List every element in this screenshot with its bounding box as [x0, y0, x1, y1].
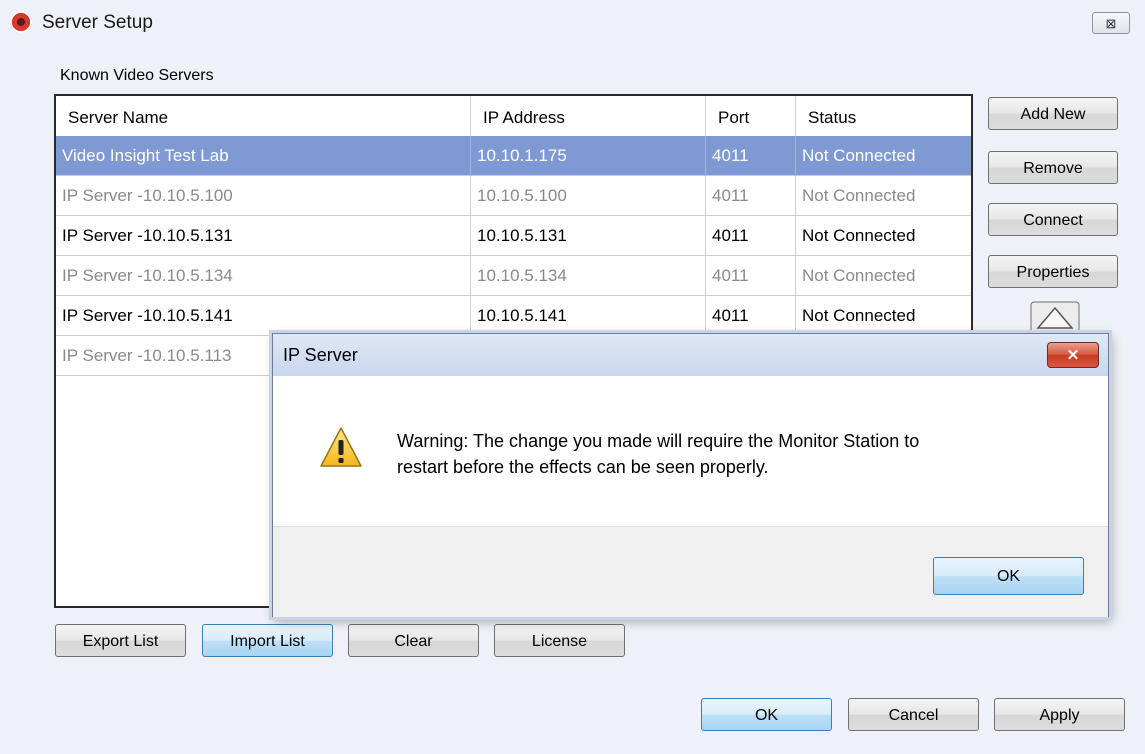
server-setup-window: Server Setup ⊠ Known Video Servers Serve… — [0, 0, 1145, 754]
cell-server-name: IP Server -10.10.5.131 — [56, 216, 471, 256]
cell-server-name: IP Server -10.10.5.134 — [56, 256, 471, 296]
arrow-up-icon[interactable] — [1030, 301, 1080, 333]
dialog-title: IP Server — [283, 345, 358, 365]
table-row[interactable]: Video Insight Test Lab 10.10.1.175 4011 … — [56, 136, 971, 176]
window-title: Server Setup — [42, 12, 153, 33]
properties-button[interactable]: Properties — [988, 255, 1118, 288]
dialog-body: Warning: The change you made will requir… — [273, 376, 1108, 526]
eye-icon — [10, 11, 32, 33]
known-servers-label: Known Video Servers — [60, 67, 214, 84]
dialog-ok-button[interactable]: OK — [933, 557, 1084, 595]
cell-status: Not Connected — [802, 306, 916, 325]
cell-ip-address: 10.10.5.100 — [471, 176, 706, 216]
list-header: Server Name IP Address Port Status — [56, 96, 971, 137]
cell-ip-address: 10.10.5.141 — [471, 296, 706, 336]
dialog-footer: OK — [273, 526, 1108, 617]
warning-message-line-2: restart before the effects can be seen p… — [397, 457, 769, 477]
dialog-close-button[interactable]: ✕ — [1047, 342, 1099, 368]
cell-ip-address: 10.10.5.131 — [471, 216, 706, 256]
export-list-button[interactable]: Export List — [55, 624, 186, 657]
ok-button[interactable]: OK — [701, 698, 832, 731]
cell-status: Not Connected — [802, 146, 916, 165]
cell-port: 4011 — [706, 256, 796, 296]
title-bar: Server Setup ⊠ — [0, 0, 1145, 50]
cell-server-name: IP Server -10.10.5.141 — [56, 296, 471, 336]
import-list-button[interactable]: Import List — [202, 624, 333, 657]
connect-button[interactable]: Connect — [988, 203, 1118, 236]
table-row[interactable]: IP Server -10.10.5.134 10.10.5.134 4011 … — [56, 256, 971, 296]
cell-port: 4011 — [706, 216, 796, 256]
warning-message-line-1: Warning: The change you made will requir… — [397, 431, 920, 451]
dialog-title-bar: IP Server ✕ — [273, 334, 1108, 377]
column-header-ip-address[interactable]: IP Address — [471, 96, 706, 136]
table-row[interactable]: IP Server -10.10.5.141 10.10.5.141 4011 … — [56, 296, 971, 336]
cell-server-name: IP Server -10.10.5.100 — [56, 176, 471, 216]
ip-server-dialog: IP Server ✕ Warning: The change you made… — [272, 333, 1109, 617]
cell-ip-address: 10.10.5.134 — [471, 256, 706, 296]
cell-port: 4011 — [706, 176, 796, 216]
column-header-port[interactable]: Port — [706, 96, 796, 136]
table-row[interactable]: IP Server -10.10.5.100 10.10.5.100 4011 … — [56, 176, 971, 216]
window-close-button[interactable]: ⊠ — [1092, 12, 1130, 34]
add-new-button[interactable]: Add New — [988, 97, 1118, 130]
clear-button[interactable]: Clear — [348, 624, 479, 657]
column-header-server-name[interactable]: Server Name — [56, 96, 471, 136]
remove-button[interactable]: Remove — [988, 151, 1118, 184]
cell-ip-address: 10.10.1.175 — [471, 136, 706, 176]
cell-status: Not Connected — [802, 226, 916, 245]
cell-status: Not Connected — [802, 266, 916, 285]
warning-icon — [320, 427, 362, 467]
column-header-status[interactable]: Status — [796, 96, 971, 136]
cell-port: 4011 — [706, 296, 796, 336]
table-row[interactable]: IP Server -10.10.5.131 10.10.5.131 4011 … — [56, 216, 971, 256]
cell-server-name: Video Insight Test Lab — [56, 136, 471, 176]
cell-status: Not Connected — [802, 186, 916, 205]
apply-button[interactable]: Apply — [994, 698, 1125, 731]
license-button[interactable]: License — [494, 624, 625, 657]
warning-message: Warning: The change you made will requir… — [397, 428, 919, 480]
cancel-button[interactable]: Cancel — [848, 698, 979, 731]
cell-port: 4011 — [706, 136, 796, 176]
